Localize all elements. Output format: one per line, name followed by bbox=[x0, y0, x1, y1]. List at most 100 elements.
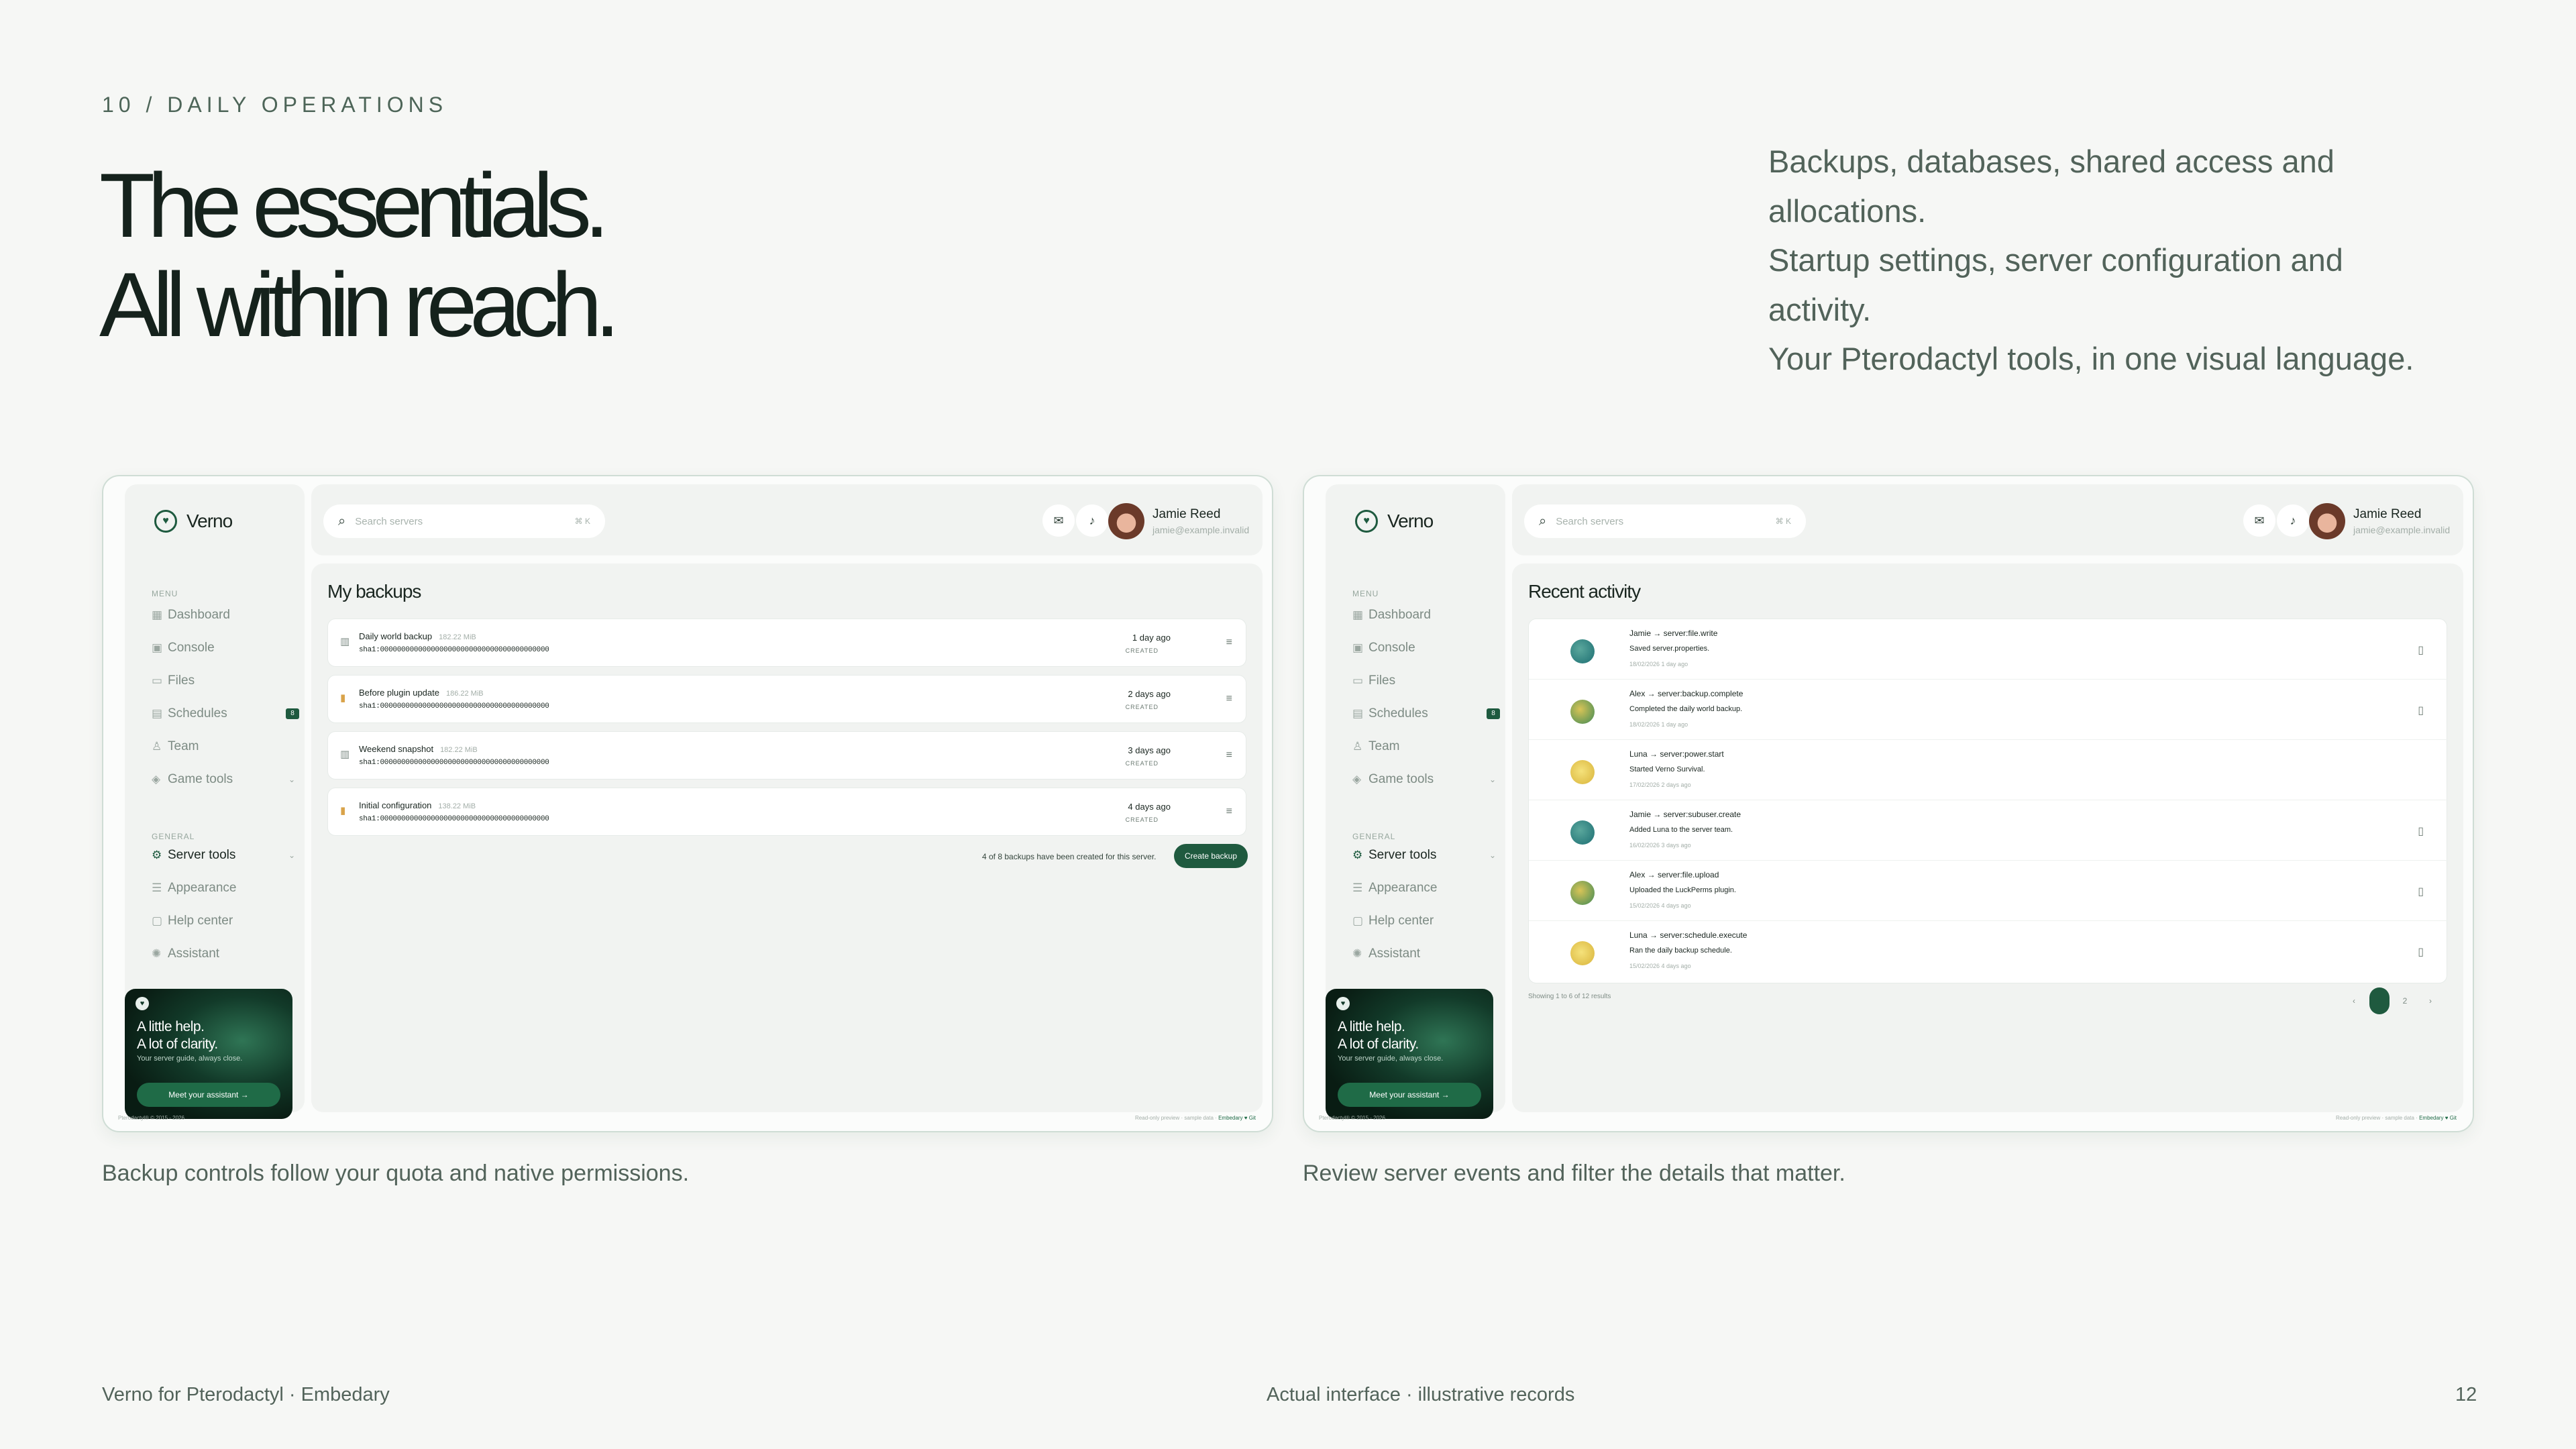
sliders-icon: ☰ bbox=[1352, 881, 1363, 894]
promo-subtitle: Your server guide, always close. bbox=[1338, 1055, 1444, 1063]
menu-icon[interactable]: ≡ bbox=[1226, 693, 1232, 705]
page-title: Recent activity bbox=[1528, 581, 1641, 602]
activity-item[interactable]: Luna → server:schedule.execute Ran the d… bbox=[1529, 921, 2448, 981]
sidebar-item-label: Appearance bbox=[168, 881, 237, 895]
avatar[interactable] bbox=[1108, 503, 1144, 539]
search-placeholder: Search servers bbox=[355, 515, 423, 527]
footer-links: Read-only preview · sample data · Embeda… bbox=[2336, 1115, 2457, 1121]
search-input[interactable]: ⌕ Search servers ⌘ K bbox=[323, 504, 605, 538]
embedary-link[interactable]: Embedary ♥ bbox=[2419, 1115, 2448, 1121]
backup-checksum: sha1:00000000000000000000000000000000000… bbox=[359, 759, 549, 767]
notifications-button[interactable]: ♪ bbox=[2277, 504, 2309, 537]
activity-item[interactable]: Alex → server:file.upload Uploaded the L… bbox=[1529, 861, 2448, 921]
sidebar-item-help-center[interactable]: ▢ Help center bbox=[152, 911, 299, 931]
embedary-link[interactable]: Embedary ♥ bbox=[1218, 1115, 1247, 1121]
user-name: Jamie Reed bbox=[1152, 507, 1221, 521]
sidebar-item-team[interactable]: ♙ Team bbox=[152, 737, 299, 757]
backup-row[interactable]: ▮ Initial configuration 138.22 MiB sha1:0… bbox=[327, 788, 1246, 836]
backup-size: 186.22 MiB bbox=[445, 690, 484, 698]
backup-age: 4 days ago bbox=[1128, 802, 1171, 812]
activity-item[interactable]: Luna → server:power.start Started Verno … bbox=[1529, 740, 2448, 800]
notifications-button[interactable]: ♪ bbox=[1076, 504, 1108, 537]
mail-button[interactable]: ✉ bbox=[2243, 504, 2275, 537]
user-email: jamie@example.invalid bbox=[2353, 525, 2451, 535]
headline: The essentials. All within reach. bbox=[99, 154, 620, 354]
activity-screenshot: ♥ Verno MENU ▦ Dashboard ▣ Console ▭ Files … bbox=[1303, 475, 2474, 1132]
activity-item[interactable]: Jamie → server:subuser.create Added Luna… bbox=[1529, 800, 2448, 861]
trash-icon[interactable]: ▯ bbox=[2418, 704, 2424, 717]
sidebar-item-team[interactable]: ♙ Team bbox=[1352, 737, 1500, 757]
sidebar-item-label: Dashboard bbox=[168, 608, 230, 622]
activity-event: Luna → server:schedule.execute bbox=[1629, 930, 1748, 940]
create-backup-button[interactable]: Create backup bbox=[1174, 844, 1248, 868]
backup-age: 2 days ago bbox=[1128, 689, 1171, 699]
terminal-icon: ▣ bbox=[152, 641, 163, 654]
sidebar-item-label: Console bbox=[1368, 641, 1415, 655]
search-input[interactable]: ⌕ Search servers ⌘ K bbox=[1524, 504, 1806, 538]
sidebar-item-help-center[interactable]: ▢ Help center bbox=[1352, 911, 1500, 931]
activity-time: 17/02/2026 2 days ago bbox=[1629, 782, 1691, 788]
avatar[interactable] bbox=[2309, 503, 2345, 539]
git-link[interactable]: Git bbox=[1249, 1115, 1256, 1121]
sidebar-item-assistant[interactable]: ✺ Assistant bbox=[152, 944, 299, 964]
mail-button[interactable]: ✉ bbox=[1042, 504, 1075, 537]
sidebar-item-assistant[interactable]: ✺ Assistant bbox=[1352, 944, 1500, 964]
sidebar-item-game-tools[interactable]: ◈ Game tools ⌄ bbox=[152, 769, 299, 790]
folder-icon: ▭ bbox=[1352, 674, 1364, 687]
activity-time: 18/02/2026 1 day ago bbox=[1629, 721, 1688, 728]
backup-row[interactable]: ▥ Weekend snapshot 182.22 MiB sha1:000000… bbox=[327, 731, 1246, 780]
user-avatar bbox=[1570, 700, 1595, 724]
activity-event: Jamie → server:file.write bbox=[1629, 629, 1718, 638]
user-avatar bbox=[1570, 941, 1595, 965]
terminal-icon: ▣ bbox=[1352, 641, 1364, 654]
chevron-down-icon: ⌄ bbox=[1489, 775, 1496, 784]
menu-icon[interactable]: ≡ bbox=[1226, 806, 1232, 818]
meet-assistant-button[interactable]: Meet your assistant → bbox=[1338, 1083, 1481, 1107]
sidebar-item-appearance[interactable]: ☰ Appearance bbox=[152, 878, 299, 898]
sidebar-item-schedules[interactable]: ▤ Schedules 8 bbox=[152, 704, 299, 724]
sidebar-item-appearance[interactable]: ☰ Appearance bbox=[1352, 878, 1500, 898]
general-section-label: GENERAL bbox=[1352, 832, 1396, 841]
sparkle-icon: ✺ bbox=[1352, 947, 1362, 960]
backup-row[interactable]: ▮ Before plugin update 186.22 MiB sha1:00… bbox=[327, 675, 1246, 723]
schedules-badge: 8 bbox=[1487, 708, 1500, 719]
page-title: My backups bbox=[327, 581, 421, 602]
activity-item[interactable]: Alex → server:backup.complete Completed … bbox=[1529, 680, 2448, 740]
activity-item[interactable]: Jamie → server:file.write Saved server.p… bbox=[1529, 619, 2448, 680]
sidebar-item-files[interactable]: ▭ Files bbox=[152, 671, 299, 691]
sidebar-item-label: Team bbox=[168, 739, 199, 753]
prev-page-button[interactable]: ‹ bbox=[2344, 987, 2364, 1014]
trash-icon[interactable]: ▯ bbox=[2418, 643, 2424, 657]
sidebar-item-console[interactable]: ▣ Console bbox=[1352, 638, 1500, 658]
grid-icon: ▦ bbox=[152, 608, 163, 621]
sidebar-item-dashboard[interactable]: ▦ Dashboard bbox=[1352, 605, 1500, 625]
trash-icon[interactable]: ▯ bbox=[2418, 824, 2424, 838]
trash-icon[interactable]: ▯ bbox=[2418, 885, 2424, 898]
meet-assistant-button[interactable]: Meet your assistant → bbox=[137, 1083, 280, 1107]
leaf-icon: ♥ bbox=[154, 510, 177, 533]
brand-logo[interactable]: ♥ Verno bbox=[1355, 510, 1434, 533]
backup-row[interactable]: ▥ Daily world backup 182.22 MiB sha1:0000… bbox=[327, 619, 1246, 667]
trash-icon[interactable]: ▯ bbox=[2418, 945, 2424, 959]
git-link[interactable]: Git bbox=[2450, 1115, 2457, 1121]
page-button-1[interactable]: 1 bbox=[2369, 987, 2390, 1014]
menu-icon[interactable]: ≡ bbox=[1226, 749, 1232, 761]
gamepad-icon: ◈ bbox=[152, 773, 161, 786]
menu-icon[interactable]: ≡ bbox=[1226, 637, 1232, 649]
brand-logo[interactable]: ♥ Verno bbox=[154, 510, 233, 533]
backup-size: 182.22 MiB bbox=[440, 746, 478, 754]
user-avatar bbox=[1570, 881, 1595, 905]
sidebar-item-dashboard[interactable]: ▦ Dashboard bbox=[152, 605, 299, 625]
sidebar-item-console[interactable]: ▣ Console bbox=[152, 638, 299, 658]
page-button-2[interactable]: 2 bbox=[2395, 987, 2415, 1014]
headline-line-1: The essentials. bbox=[99, 154, 610, 256]
sidebar-item-schedules[interactable]: ▤ Schedules 8 bbox=[1352, 704, 1500, 724]
sidebar-item-server-tools[interactable]: ⚙ Server tools ⌄ bbox=[152, 845, 299, 865]
sidebar-item-server-tools[interactable]: ⚙ Server tools ⌄ bbox=[1352, 845, 1500, 865]
sidebar-item-files[interactable]: ▭ Files bbox=[1352, 671, 1500, 691]
sidebar-item-game-tools[interactable]: ◈ Game tools ⌄ bbox=[1352, 769, 1500, 790]
sidebar-item-label: Server tools bbox=[168, 848, 236, 862]
search-icon: ⌕ bbox=[338, 513, 346, 529]
next-page-button[interactable]: › bbox=[2420, 987, 2440, 1014]
activity-event: Jamie → server:subuser.create bbox=[1629, 810, 1741, 819]
